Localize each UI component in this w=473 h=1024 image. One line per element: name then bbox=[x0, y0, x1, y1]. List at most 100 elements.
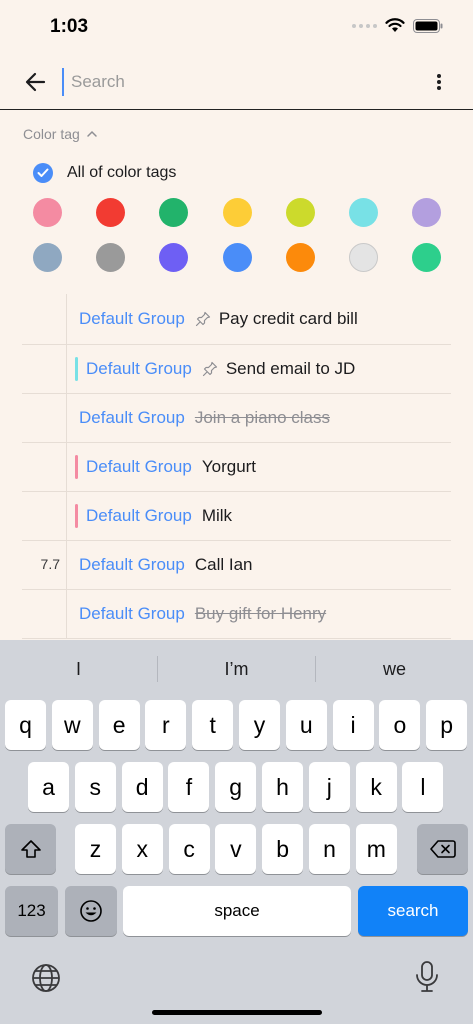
color-tag-bar bbox=[75, 357, 78, 381]
home-indicator[interactable] bbox=[152, 1010, 322, 1015]
task-title: Milk bbox=[201, 506, 233, 525]
numbers-key[interactable]: 123 bbox=[5, 886, 58, 936]
suggestion-1[interactable]: I bbox=[0, 659, 157, 680]
key-f[interactable]: f bbox=[168, 762, 210, 812]
space-key[interactable]: space bbox=[123, 886, 351, 936]
task-row[interactable]: 7.7 Default Group Call Ian bbox=[22, 541, 451, 590]
globe-icon[interactable] bbox=[30, 962, 62, 994]
key-x[interactable]: x bbox=[121, 824, 163, 874]
key-w[interactable]: w bbox=[51, 700, 93, 750]
key-k[interactable]: k bbox=[355, 762, 397, 812]
color-swatch[interactable] bbox=[412, 243, 442, 272]
task-group[interactable]: Default Group bbox=[79, 309, 185, 329]
shift-icon bbox=[20, 840, 41, 858]
suggestion-3[interactable]: we bbox=[316, 659, 473, 680]
task-row[interactable]: Default Group Join a piano class bbox=[22, 394, 451, 443]
color-swatch[interactable] bbox=[96, 198, 126, 227]
task-row[interactable]: Default Group Send email to JD bbox=[22, 345, 451, 394]
task-row[interactable]: Default Group Buy gift for Henry bbox=[22, 590, 451, 639]
task-content: Default Group Send email to JD bbox=[75, 345, 355, 393]
key-u[interactable]: u bbox=[285, 700, 327, 750]
task-row[interactable]: Default Group Pay credit card bill bbox=[22, 294, 451, 345]
task-group[interactable]: Default Group bbox=[79, 555, 185, 575]
keyboard: 123 space search qwertyuiop asdfghjkl zxcv… bbox=[0, 698, 473, 1024]
row-divider bbox=[66, 541, 67, 589]
key-l[interactable]: l bbox=[402, 762, 444, 812]
emoji-key[interactable] bbox=[65, 886, 117, 936]
task-row[interactable]: Default Group Milk bbox=[22, 492, 451, 541]
color-swatch[interactable] bbox=[348, 243, 378, 272]
task-row[interactable]: Default Group Yorgurt bbox=[22, 443, 451, 492]
key-v[interactable]: v bbox=[215, 824, 257, 874]
task-title: Yorgurt bbox=[201, 457, 257, 476]
key-j[interactable]: j bbox=[308, 762, 350, 812]
key-y[interactable]: y bbox=[239, 700, 280, 750]
key-d[interactable]: d bbox=[121, 762, 163, 812]
search-input[interactable] bbox=[62, 68, 402, 96]
all-color-tags-option[interactable]: All of color tags bbox=[33, 163, 176, 183]
delete-key[interactable] bbox=[417, 824, 468, 874]
task-group[interactable]: Default Group bbox=[79, 604, 185, 624]
color-swatch[interactable] bbox=[285, 198, 315, 227]
key-a[interactable]: a bbox=[28, 762, 69, 812]
color-swatch[interactable] bbox=[96, 243, 126, 272]
emoji-icon bbox=[80, 900, 102, 922]
task-group[interactable]: Default Group bbox=[79, 408, 185, 428]
task-title: Send email to JD bbox=[225, 359, 356, 378]
wifi-icon bbox=[385, 18, 405, 32]
task-list: Default Group Pay credit card bill Default… bbox=[22, 294, 451, 639]
key-q[interactable]: q bbox=[5, 700, 46, 750]
key-s[interactable]: s bbox=[74, 762, 116, 812]
all-color-tags-label: All of color tags bbox=[67, 164, 177, 181]
task-group[interactable]: Default Group bbox=[86, 359, 192, 379]
predictive-text-bar: I I’m we bbox=[0, 640, 473, 698]
checkmark-circle-icon[interactable] bbox=[33, 163, 53, 183]
color-tag-toggle[interactable]: Color tag bbox=[23, 126, 98, 142]
color-swatch[interactable] bbox=[222, 198, 252, 227]
row-divider bbox=[66, 394, 67, 442]
key-e[interactable]: e bbox=[98, 700, 140, 750]
color-swatch-row-2 bbox=[33, 243, 442, 272]
key-p[interactable]: p bbox=[426, 700, 468, 750]
key-h[interactable]: h bbox=[262, 762, 303, 812]
row-divider bbox=[66, 590, 67, 638]
task-group[interactable]: Default Group bbox=[86, 506, 192, 526]
battery-icon bbox=[413, 18, 443, 33]
back-arrow-icon[interactable] bbox=[22, 68, 50, 96]
color-swatch[interactable] bbox=[159, 198, 189, 227]
color-swatch[interactable] bbox=[159, 243, 189, 272]
task-content: Default Group Call Ian bbox=[79, 541, 252, 589]
key-m[interactable]: m bbox=[355, 824, 397, 874]
microphone-icon[interactable] bbox=[413, 960, 441, 994]
task-title: Pay credit card bill bbox=[218, 309, 358, 328]
pin-indicator bbox=[195, 311, 211, 327]
color-tag-bar bbox=[75, 504, 78, 528]
color-swatch[interactable] bbox=[412, 198, 442, 227]
task-group[interactable]: Default Group bbox=[86, 457, 192, 477]
key-b[interactable]: b bbox=[262, 824, 304, 874]
chevron-up-icon bbox=[87, 130, 97, 137]
key-o[interactable]: o bbox=[379, 700, 421, 750]
key-z[interactable]: z bbox=[75, 824, 116, 874]
color-swatch[interactable] bbox=[348, 198, 378, 227]
key-c[interactable]: c bbox=[168, 824, 210, 874]
shift-key[interactable] bbox=[5, 824, 56, 874]
key-n[interactable]: n bbox=[309, 824, 350, 874]
key-g[interactable]: g bbox=[215, 762, 257, 812]
key-i[interactable]: i bbox=[332, 700, 374, 750]
suggestion-2[interactable]: I’m bbox=[158, 659, 315, 680]
search-key[interactable]: search bbox=[358, 886, 468, 936]
key-t[interactable]: t bbox=[192, 700, 234, 750]
task-content: Default Group Milk bbox=[75, 492, 232, 540]
key-r[interactable]: r bbox=[145, 700, 187, 750]
color-swatch[interactable] bbox=[33, 198, 62, 227]
more-vertical-icon[interactable] bbox=[429, 68, 449, 96]
row-divider bbox=[66, 345, 67, 393]
color-swatch[interactable] bbox=[33, 243, 62, 272]
color-swatch[interactable] bbox=[222, 243, 252, 272]
color-swatch[interactable] bbox=[285, 243, 315, 272]
search-header bbox=[0, 56, 473, 110]
color-tag-label: Color tag bbox=[23, 126, 80, 142]
task-title: Join a piano class bbox=[194, 408, 330, 427]
pin-icon bbox=[195, 311, 210, 327]
